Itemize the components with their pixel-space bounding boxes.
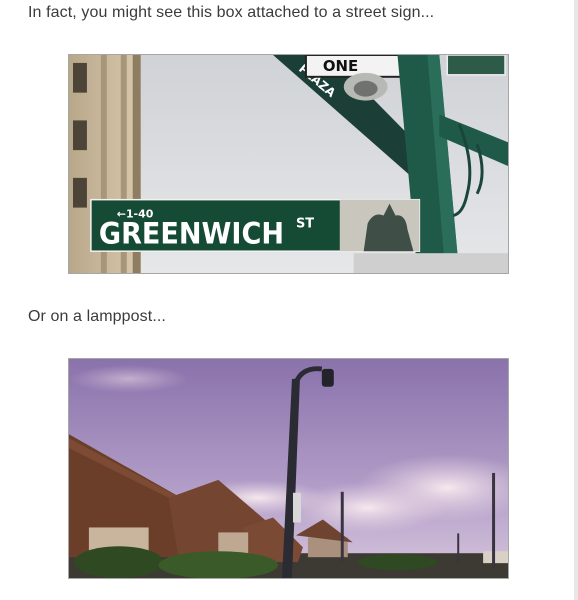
cloud [69, 364, 189, 393]
telegraph-pole [457, 533, 460, 564]
street-name-text: GREENWICH [99, 216, 284, 251]
camera-lens [353, 80, 378, 97]
caption-lamppost: Or on a lamppost... [28, 308, 166, 325]
lamppost-illustration [69, 359, 508, 578]
lamppost-box [292, 492, 301, 523]
one-way-sign-text: ONE [323, 57, 358, 75]
street-sign-photo: PLAZA ONE ←1-40 GREENWICH ST [68, 54, 509, 274]
telegraph-pole [340, 491, 344, 562]
hedge [158, 551, 279, 578]
street-suffix-text: ST [296, 216, 314, 231]
building-window [72, 120, 87, 151]
hedge [73, 546, 164, 578]
distant-house [483, 551, 508, 564]
street-sign-illustration: PLAZA ONE ←1-40 GREENWICH ST [69, 55, 508, 273]
lamppost-photo [68, 358, 509, 579]
building-window [72, 177, 87, 208]
page-scrollbar[interactable] [574, 0, 578, 600]
lower-slab [353, 253, 508, 273]
telegraph-pole [492, 472, 496, 569]
hedge [357, 554, 438, 571]
upper-right-sign [446, 55, 506, 76]
caption-street-sign: In fact, you might see this box attached… [28, 4, 435, 21]
lamp-head [321, 368, 334, 387]
building-window [72, 62, 87, 93]
